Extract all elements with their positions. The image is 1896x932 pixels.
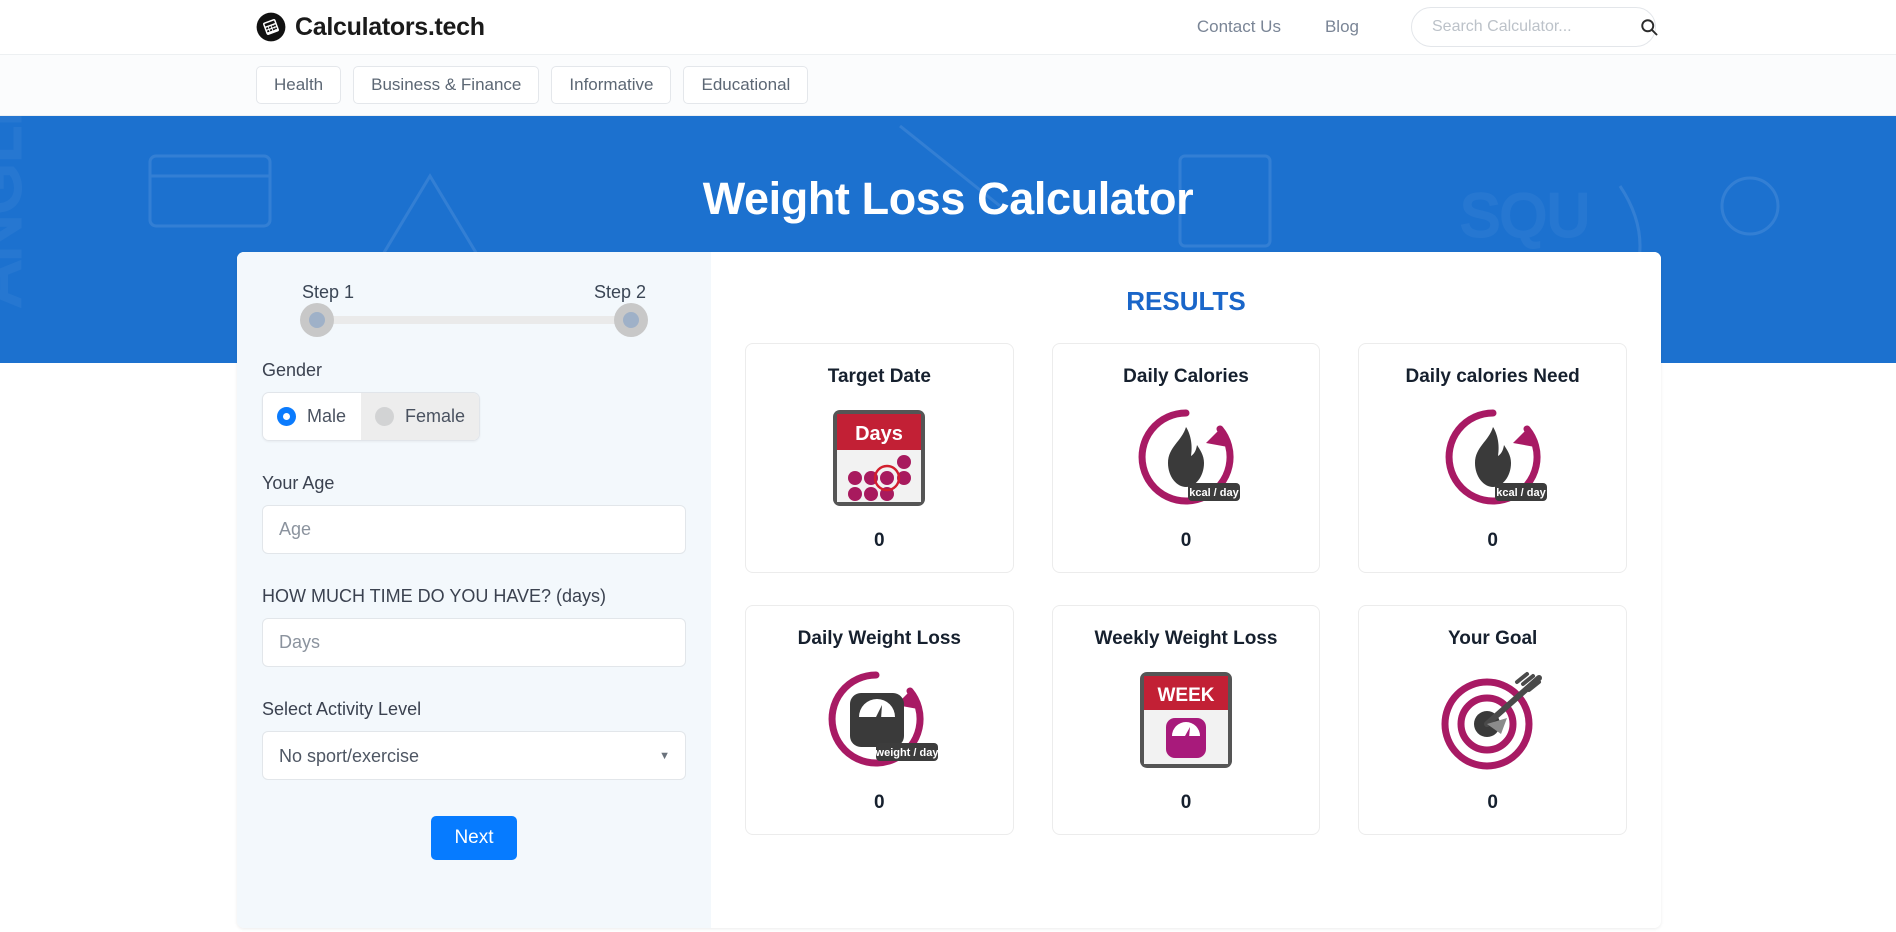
header-right: Contact Us Blog [1175, 7, 1659, 47]
search-box[interactable] [1411, 7, 1659, 47]
calculator-panel: Step 1 Step 2 Gender Male Female Your Ag… [237, 252, 1661, 928]
days-label: HOW MUCH TIME DO YOU HAVE? (days) [262, 586, 607, 606]
result-card-value: 0 [1487, 792, 1498, 813]
calculator-form: Step 1 Step 2 Gender Male Female Your Ag… [237, 252, 711, 928]
result-card-title: Daily calories Need [1405, 366, 1580, 387]
category-chip-business-finance[interactable]: Business & Finance [353, 66, 540, 104]
step-slider-handle-1[interactable] [300, 303, 334, 337]
category-chip-informative[interactable]: Informative [551, 66, 672, 104]
result-card-value: 0 [874, 792, 885, 813]
result-card-value: 0 [1487, 530, 1498, 551]
calendar-badge-label: Days [855, 423, 903, 445]
result-card-title: Daily Weight Loss [797, 628, 961, 649]
radio-icon-female[interactable] [374, 407, 394, 426]
target-arrow-icon [1437, 664, 1549, 776]
category-nav: Health Business & Finance Informative Ed… [0, 54, 1896, 116]
week-badge-label: WEEK [1157, 685, 1214, 706]
gender-option-male[interactable]: Male [263, 393, 361, 440]
result-card-title: Your Goal [1447, 628, 1538, 649]
results-title: RESULTS [1126, 286, 1246, 316]
gender-label: Gender [262, 360, 323, 380]
result-card-title: Weekly Weight Loss [1094, 628, 1278, 649]
calendar-days-icon: Days [831, 402, 927, 514]
nav-link-contact-us[interactable]: Contact Us [1175, 17, 1303, 37]
flame-kcal-icon: kcal / day [1437, 402, 1549, 514]
result-card-weekly-weight-loss: Weekly Weight Loss WEEK 0 [1051, 605, 1321, 835]
gender-radio-group: Male Female [262, 392, 480, 441]
nav-link-blog[interactable]: Blog [1303, 17, 1381, 37]
result-card-daily-calories-need: Daily calories Need kcal / day 0 [1358, 343, 1627, 573]
category-chip-educational[interactable]: Educational [683, 66, 809, 104]
next-button[interactable]: Next [431, 816, 517, 860]
result-card-target-date: Target Date Days 0 [745, 343, 1014, 573]
radio-icon-male[interactable] [277, 407, 296, 426]
result-card-value: 0 [1180, 792, 1192, 813]
brand-name: Calculators.tech [295, 12, 485, 41]
gender-option-male-label: Male [307, 406, 347, 426]
activity-level-select-wrap[interactable]: No sport/exercise ▼ [262, 731, 686, 780]
result-card-title: Daily Calories [1123, 366, 1249, 387]
result-card-value: 0 [1180, 530, 1192, 551]
result-card-your-goal: Your Goal 0 [1358, 605, 1627, 835]
category-chip-health[interactable]: Health [256, 66, 342, 104]
results-grid: Target Date Days 0 Daily Calories kcal /… [745, 343, 1627, 835]
results-panel: RESULTS Target Date Days 0 Daily Calorie… [711, 252, 1661, 928]
activity-level-select[interactable]: No sport/exercise [262, 731, 686, 780]
days-input[interactable] [262, 618, 686, 667]
step-slider-handle-2[interactable] [614, 303, 648, 337]
search-input[interactable] [1432, 18, 1639, 36]
step-labels: Step 1 Step 2 [262, 282, 686, 303]
step-1-label: Step 1 [302, 282, 355, 302]
weight-scale-icon: weight / day [820, 664, 939, 776]
result-card-daily-weight-loss: Daily Weight Loss weight / day 0 [745, 605, 1014, 835]
result-card-daily-calories: Daily Calories kcal / day 0 [1051, 343, 1321, 573]
age-label: Your Age [262, 473, 335, 493]
gender-option-female[interactable]: Female [360, 393, 479, 440]
site-header: Calculators.tech Contact Us Blog [0, 0, 1896, 54]
kcal-badge-label: kcal / day [1189, 487, 1239, 499]
flame-kcal-icon: kcal / day [1130, 402, 1242, 514]
result-card-title: Target Date [827, 366, 931, 387]
step-slider-track[interactable] [300, 303, 648, 337]
age-input[interactable] [262, 505, 686, 554]
step-2-label: Step 2 [593, 282, 646, 302]
calculator-icon [256, 12, 286, 42]
result-card-value: 0 [874, 530, 885, 551]
weight-badge-label: weight / day [875, 747, 938, 759]
page-title: Weight Loss Calculator [702, 173, 1194, 224]
activity-level-label: Select Activity Level [262, 699, 422, 719]
search-icon[interactable] [1639, 17, 1659, 37]
calendar-week-scale-icon: WEEK [1138, 664, 1234, 776]
gender-option-female-label: Female [404, 406, 465, 426]
brand-logo-link[interactable]: Calculators.tech [256, 12, 485, 42]
next-button-row: Next [262, 816, 686, 860]
kcal-badge-label: kcal / day [1496, 487, 1546, 499]
